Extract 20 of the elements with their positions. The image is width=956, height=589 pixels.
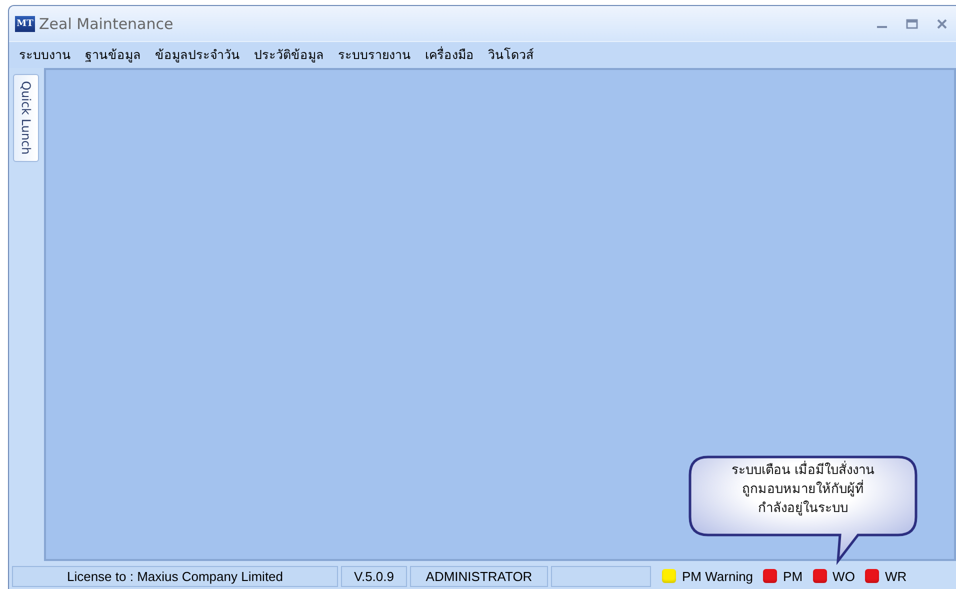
maximize-icon[interactable] bbox=[906, 18, 918, 30]
indicator-label: PM Warning bbox=[682, 568, 754, 584]
menu-item[interactable]: วินโดวส์ bbox=[488, 45, 534, 65]
status-panel: ADMINISTRATOR bbox=[410, 566, 548, 586]
indicator-label: PM bbox=[783, 568, 803, 584]
window-title: Zeal Maintenance bbox=[39, 14, 174, 32]
menu-item[interactable]: ประวัติข้อมูล bbox=[254, 45, 324, 65]
close-icon[interactable] bbox=[936, 18, 948, 30]
indicator-label: WO bbox=[832, 568, 855, 584]
menu-item[interactable]: ระบบงาน bbox=[19, 45, 71, 65]
indicator-label: WR bbox=[884, 568, 907, 584]
status-panel: V.5.0.9 bbox=[341, 566, 407, 586]
callout-text: ระบบเตือน เมื่อมีใบสั่งงาน ถูกมอบหมายให้กับผู้ที่ กำลังอยู่ในระบบ bbox=[702, 461, 904, 518]
menu-item[interactable]: ระบบรายงาน bbox=[338, 45, 411, 65]
menu-item[interactable]: ข้อมูลประจำวัน bbox=[155, 45, 240, 65]
menu-item[interactable]: เครื่องมือ bbox=[425, 45, 474, 65]
quick-launch-tab[interactable]: Quick Lunch bbox=[13, 74, 39, 162]
app-logo: MT bbox=[15, 16, 35, 32]
menu-item[interactable]: ฐานข้อมูล bbox=[85, 45, 141, 65]
status-panel: License to : Maxius Company Limited bbox=[12, 566, 338, 586]
